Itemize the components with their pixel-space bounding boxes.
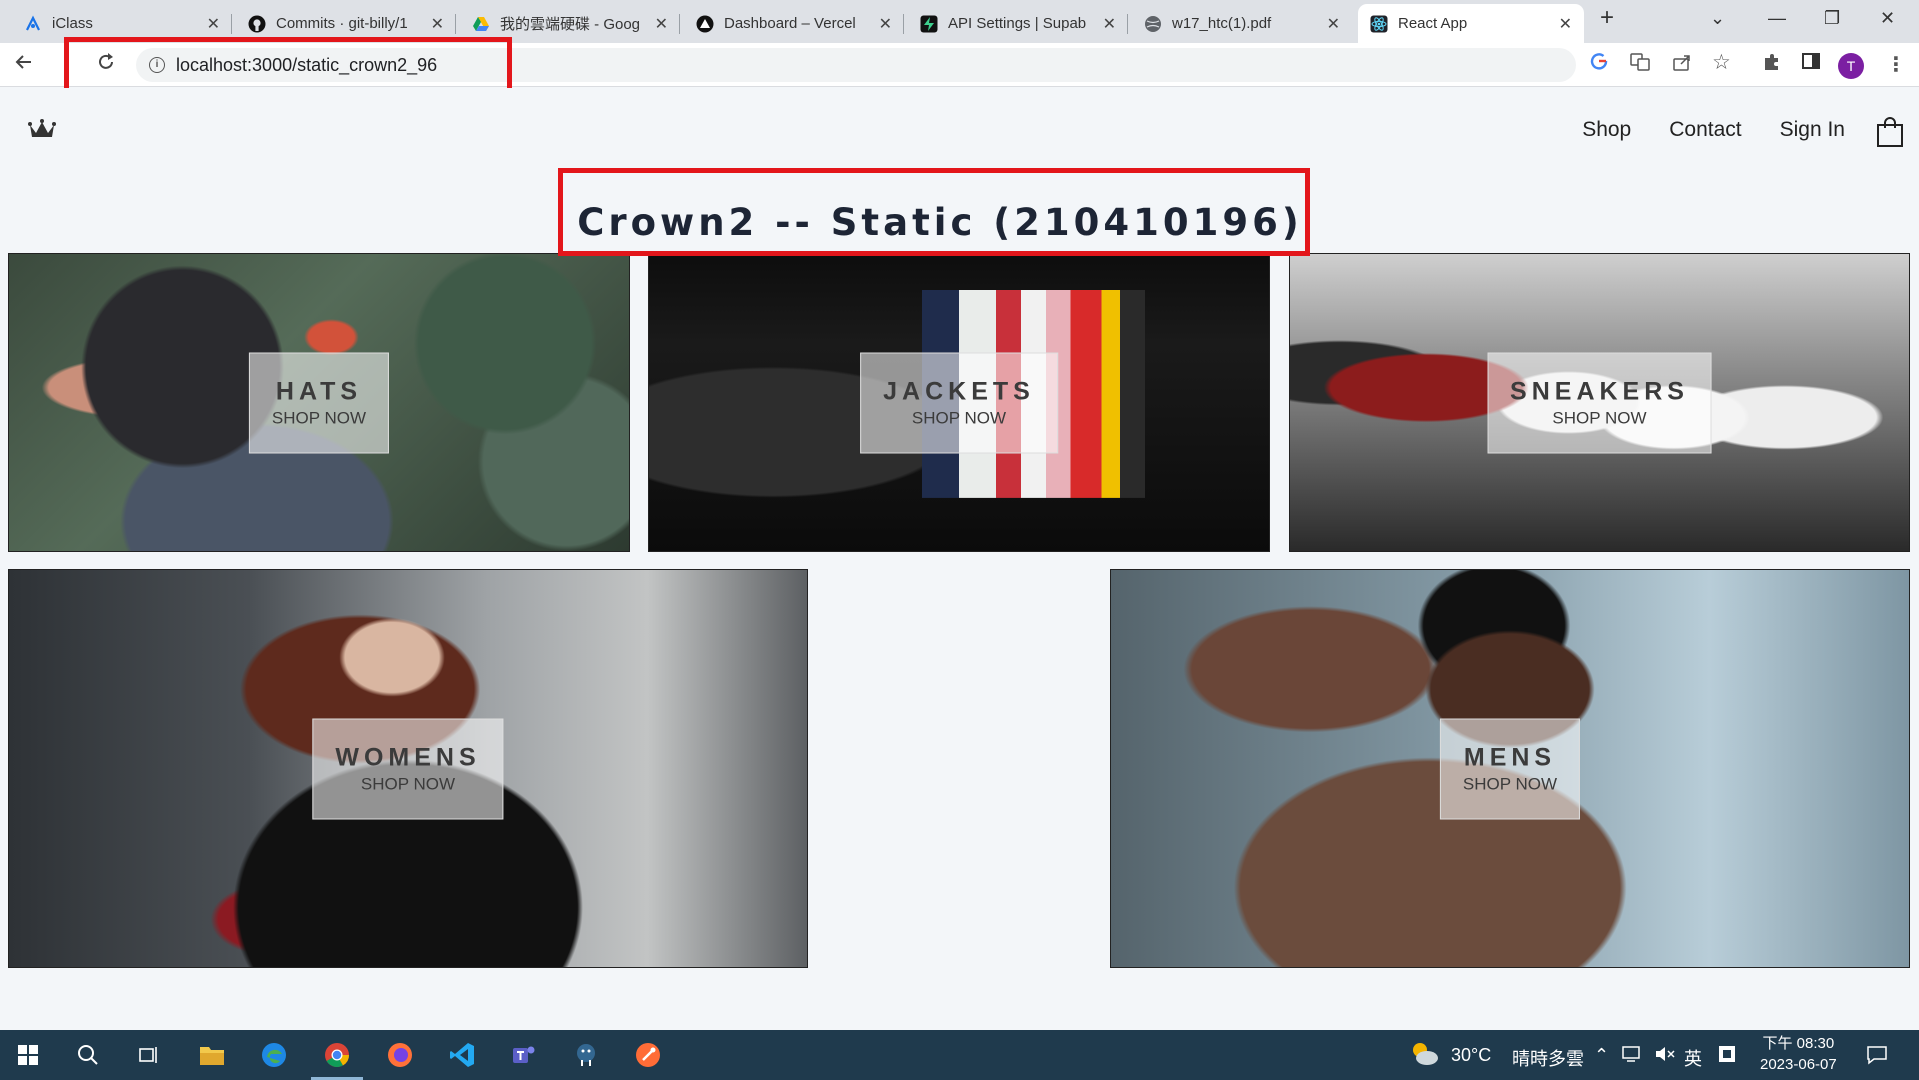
tab-title: Commits · git-billy/1 [276,15,408,32]
tab-supabase-api-settings[interactable]: API Settings | Supab ✕ [908,4,1128,43]
category-label-box[interactable]: HATS SHOP NOW [248,352,390,453]
category-card-hats[interactable]: HATS SHOP NOW [8,253,630,552]
chrome-icon[interactable] [311,1039,363,1080]
ime-indicator[interactable]: 英 [1684,1045,1702,1071]
tab-title: React App [1398,15,1468,32]
tab-title: w17_htc(1).pdf [1172,15,1272,32]
profile-avatar[interactable]: T [1838,53,1864,79]
google-icon[interactable] [1590,52,1608,75]
category-title: JACKETS [883,377,1035,405]
supabase-icon [920,15,938,33]
edge-icon[interactable] [258,1039,290,1071]
more-menu-icon[interactable]: ⋮ [1886,52,1906,77]
tab-react-app[interactable]: React App ✕ [1358,4,1584,43]
share-icon[interactable] [1672,52,1692,77]
crown-logo-icon[interactable] [28,118,56,145]
back-arrow-icon[interactable] [14,52,34,78]
network-icon[interactable] [1622,1045,1642,1068]
close-icon[interactable]: ✕ [1327,14,1340,34]
category-card-sneakers[interactable]: SNEAKERS SHOP NOW [1289,253,1910,552]
search-icon[interactable] [72,1039,104,1071]
translate-icon[interactable] [1630,52,1650,77]
react-icon [1370,15,1388,33]
notification-icon[interactable] [1866,1045,1888,1070]
file-explorer-icon[interactable] [196,1039,228,1071]
restore-icon[interactable]: ❐ [1824,8,1840,29]
minimize-icon[interactable]: — [1768,8,1786,29]
iclass-icon [24,15,42,33]
tab-vercel-dashboard[interactable]: Dashboard – Vercel ✕ [684,4,904,43]
system-clock[interactable]: 下午 08:30 2023-06-07 [1760,1033,1837,1075]
postgresql-icon[interactable] [570,1039,602,1071]
tab-pdf[interactable]: w17_htc(1).pdf ✕ [1132,4,1352,43]
ime-mode-icon[interactable] [1718,1045,1736,1068]
close-icon[interactable]: ✕ [879,14,892,34]
new-tab-icon[interactable]: + [1600,4,1614,32]
shop-now-label: SHOP NOW [1462,774,1558,793]
category-title: WOMENS [335,743,481,771]
category-label-box[interactable]: SNEAKERS SHOP NOW [1487,352,1712,453]
weather-temp[interactable]: 30°C [1451,1045,1491,1066]
shop-now-label: SHOP NOW [1552,408,1647,427]
postman-icon[interactable] [632,1039,664,1071]
shop-now-label: SHOP NOW [360,774,456,793]
tab-title: API Settings | Supab [948,15,1087,32]
shop-now-label: SHOP NOW [911,408,1007,427]
close-icon[interactable]: ✕ [655,14,668,34]
window-close-icon[interactable]: ✕ [1880,8,1895,29]
close-icon[interactable]: ✕ [1103,14,1116,34]
chevron-up-icon[interactable]: ⌃ [1594,1045,1609,1066]
bookmark-star-icon[interactable]: ☆ [1712,50,1731,75]
side-panel-icon[interactable] [1802,52,1820,75]
github-icon [248,15,266,33]
teams-icon[interactable] [508,1039,540,1071]
heading-highlight-box [558,168,1310,256]
tab-title: Dashboard – Vercel [724,15,856,32]
clock-time: 下午 08:30 [1762,1035,1835,1052]
clock-date: 2023-06-07 [1760,1056,1837,1073]
firefox-icon[interactable] [384,1039,416,1071]
extensions-puzzle-icon[interactable] [1762,52,1782,77]
tab-search-chevron-icon[interactable]: ⌄ [1710,8,1725,29]
tab-title: 我的雲端硬碟 - Goog [500,16,641,33]
task-view-icon[interactable] [132,1039,164,1071]
url-highlight-box [64,37,512,95]
shop-now-label: SHOP NOW [271,408,367,427]
windows-taskbar: 30°C 晴時多雲 ⌃ 英 下午 08:30 2023-06-07 [0,1030,1919,1080]
header-nav: Shop Contact Sign In [1582,118,1845,142]
nav-shop-link[interactable]: Shop [1582,118,1631,142]
category-label-box[interactable]: MENS SHOP NOW [1439,718,1581,819]
category-card-jackets[interactable]: JACKETS SHOP NOW [648,253,1270,552]
category-label-box[interactable]: JACKETS SHOP NOW [860,352,1058,453]
category-card-mens[interactable]: MENS SHOP NOW [1110,569,1910,968]
tab-title: iClass [52,15,93,32]
category-card-womens[interactable]: WOMENS SHOP NOW [8,569,808,968]
close-icon[interactable]: ✕ [431,14,444,34]
weather-desc[interactable]: 晴時多雲 [1512,1045,1584,1071]
windows-start-icon[interactable] [12,1039,44,1071]
google-drive-icon [472,15,490,33]
close-icon[interactable]: ✕ [1559,14,1572,34]
volume-muted-icon[interactable] [1654,1045,1676,1068]
vercel-icon [696,15,714,33]
nav-sign-in-link[interactable]: Sign In [1780,118,1845,142]
category-title: HATS [275,377,363,405]
close-icon[interactable]: ✕ [207,14,220,34]
shopping-bag-icon[interactable] [1876,116,1904,153]
weather-icon[interactable] [1410,1040,1440,1073]
category-label-box[interactable]: WOMENS SHOP NOW [312,718,504,819]
nav-contact-link[interactable]: Contact [1669,118,1741,142]
category-title: SNEAKERS [1510,377,1689,405]
category-title: MENS [1463,743,1557,771]
globe-icon [1144,15,1162,33]
vscode-icon[interactable] [446,1039,478,1071]
